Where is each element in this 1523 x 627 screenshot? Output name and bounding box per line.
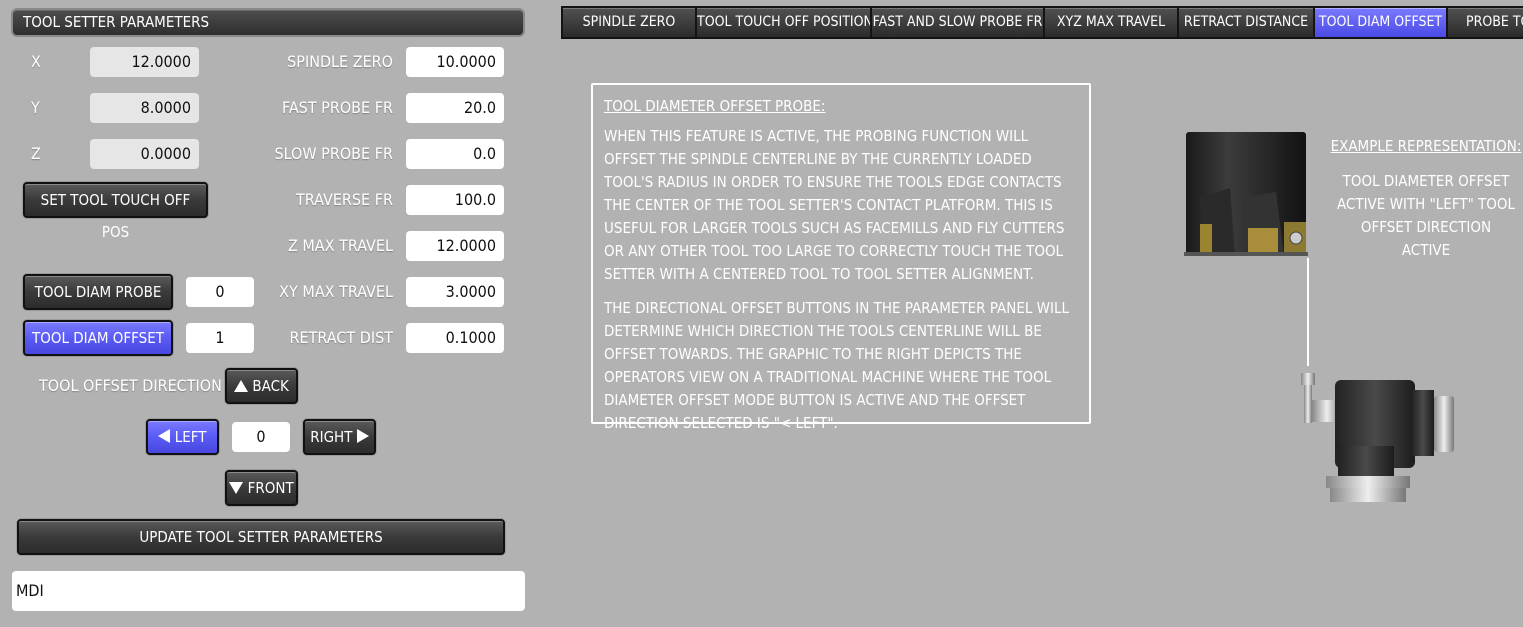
tab-retract-distance[interactable]: RETRACT DISTANCE — [1177, 6, 1314, 39]
param-label-spindle-zero: SPINDLE ZERO — [287, 52, 393, 71]
example-title: EXAMPLE REPRESENTATION: — [1330, 137, 1522, 155]
info-paragraph-2: THE DIRECTIONAL OFFSET BUTTONS IN THE PA… — [604, 299, 1070, 432]
right-button[interactable]: RIGHT — [303, 419, 376, 455]
example-description: TOOL DIAMETER OFFSET ACTIVE WITH "LEFT" … — [1336, 172, 1516, 259]
axis-y-field[interactable]: 8.0000 — [90, 93, 199, 123]
tool-diam-offset-button[interactable]: TOOL DIAM OFFSET — [23, 320, 173, 356]
tab-xyz-max-travel[interactable]: XYZ MAX TRAVEL — [1043, 6, 1178, 39]
tab-tool-diam-offset[interactable]: TOOL DIAM OFFSET — [1313, 6, 1447, 39]
set-tool-touch-off-button[interactable]: SET TOOL TOUCH OFF POS — [23, 182, 208, 241]
tool-diam-probe-button[interactable]: TOOL DIAM PROBE — [23, 274, 173, 310]
slow-probe-fr-field[interactable]: 0.0 — [406, 139, 504, 169]
param-label-slow-probe-fr: SLOW PROBE FR — [274, 144, 393, 163]
info-box: TOOL DIAMETER OFFSET PROBE: WHEN THIS FE… — [591, 83, 1091, 432]
z-max-travel-field[interactable]: 12.0000 — [406, 231, 504, 261]
info-paragraph-1: WHEN THIS FEATURE IS ACTIVE, THE PROBING… — [604, 127, 1065, 283]
tab-fast-and-slow-probe-fr[interactable]: FAST AND SLOW PROBE FR — [870, 6, 1044, 39]
fast-probe-fr-field[interactable]: 20.0 — [406, 93, 504, 123]
param-label-traverse-fr: TRAVERSE FR — [296, 190, 393, 209]
tab-tool-touch-off-position[interactable]: TOOL TOUCH OFF POSITION — [695, 6, 873, 39]
update-tool-setter-parameters-button[interactable]: UPDATE TOOL SETTER PARAMETERS — [17, 519, 505, 555]
xy-max-travel-field[interactable]: 3.0000 — [406, 277, 504, 307]
back-button[interactable]: BACK — [225, 368, 298, 404]
retract-dist-field[interactable]: 0.1000 — [406, 323, 504, 353]
param-label-z-max-travel: Z MAX TRAVEL — [287, 236, 393, 255]
front-button[interactable]: FRONT — [225, 470, 298, 506]
axis-label-x: X — [31, 52, 41, 71]
info-title: TOOL DIAMETER OFFSET PROBE: — [604, 97, 826, 115]
mdi-input[interactable]: MDI — [12, 571, 525, 611]
arrow-up-icon — [234, 371, 249, 403]
panel-title: TOOL SETTER PARAMETERS — [11, 8, 525, 37]
offset-direction-value[interactable]: 0 — [232, 422, 290, 452]
param-label-xy-max-travel: XY MAX TRAVEL — [279, 282, 393, 301]
tab-spindle-zero[interactable]: SPINDLE ZERO — [561, 6, 696, 39]
tab-probe-tool[interactable]: PROBE TOOL — [1446, 6, 1523, 39]
arrow-left-icon — [158, 422, 171, 454]
left-button-label: LEFT — [174, 428, 207, 446]
param-label-fast-probe-fr: FAST PROBE FR — [282, 98, 393, 117]
tool-diam-offset-value[interactable]: 1 — [186, 323, 254, 353]
axis-label-y: Y — [31, 98, 40, 117]
traverse-fr-field[interactable]: 100.0 — [406, 185, 504, 215]
axis-x-field[interactable]: 12.0000 — [90, 47, 199, 77]
spindle-zero-field[interactable]: 10.0000 — [406, 47, 504, 77]
front-button-label: FRONT — [247, 479, 294, 497]
back-button-label: BACK — [252, 377, 289, 395]
right-button-label: RIGHT — [310, 428, 353, 446]
tool-diam-probe-value[interactable]: 0 — [186, 277, 254, 307]
arrow-down-icon — [229, 473, 244, 505]
left-button[interactable]: LEFT — [146, 419, 219, 455]
axis-z-field[interactable]: 0.0000 — [90, 139, 199, 169]
axis-label-z: Z — [31, 144, 41, 163]
arrow-right-icon — [356, 422, 369, 454]
param-label-retract-dist: RETRACT DIST — [289, 328, 393, 347]
tool-offset-direction-label: TOOL OFFSET DIRECTION — [39, 376, 222, 395]
tab-bar: SPINDLE ZERO TOOL TOUCH OFF POSITION FAS… — [561, 6, 1523, 39]
